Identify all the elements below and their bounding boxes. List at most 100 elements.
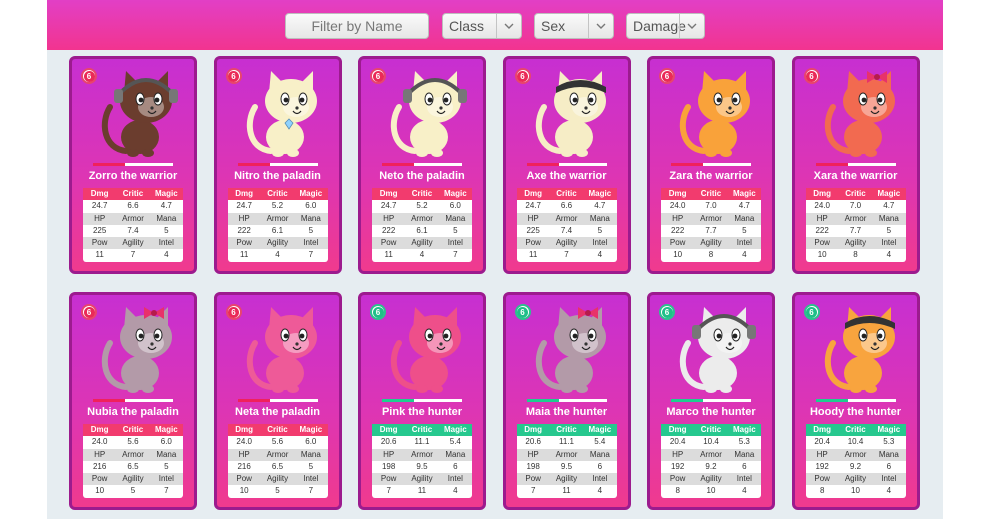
armor-value: 7.7 [705,225,717,235]
stats-value-row: 24.0 5.6 6.0 [83,436,183,449]
armor-value: 6.5 [127,461,139,471]
dmg-value: 20.6 [380,437,397,447]
stats-header-row: Dmg Critic Magic [805,188,906,201]
mana-value: 6 [886,461,892,471]
intel-value: 7 [308,250,314,260]
magic-label: Magic [299,425,323,434]
armor-label: Armor [700,213,722,223]
sex-select[interactable]: Sex [534,13,614,39]
character-name: Marco the hunter [666,406,756,418]
armor-label: Armor [411,213,433,223]
critic-value: 5.6 [127,437,139,447]
character-portrait [390,307,461,393]
hp-value: 198 [381,461,396,471]
stats-header-row: Dmg Critic Magic [227,424,328,437]
character-card[interactable]: 6 [69,56,197,274]
magic-label: Magic [732,425,756,434]
character-card[interactable]: 6 [358,56,486,274]
stats-value-row: 11 4 7 [227,249,328,262]
character-card[interactable]: 6 [791,56,920,274]
name-filter-box[interactable] [285,13,429,39]
chevron-down-icon[interactable] [496,14,521,38]
magic-label: Magic [299,189,323,198]
damage-select[interactable]: Damage [626,13,705,39]
stats-value-row: 222 7.7 5 [661,224,761,238]
mana-label: Mana [589,213,610,223]
app-container: Class Sex Damage 6 [47,0,943,519]
stats-value-row: 7 11 4 [372,485,472,498]
class-select[interactable]: Class [442,13,522,39]
magic-label: Magic [732,189,756,198]
armor-label: Armor [266,449,289,459]
name-filter-input[interactable] [286,14,428,38]
pow-value: 11 [384,250,393,260]
pow-value: 10 [239,486,249,496]
mana-value: 5 [742,225,747,235]
health-bar-fill [93,399,125,402]
agility-label: Agility [266,474,289,484]
stats-label-row: HP Armor Mana [805,448,906,461]
character-card[interactable]: 6 [69,292,197,510]
pow-value: 8 [675,486,680,496]
stats-value-row: 24.7 6.6 4.7 [516,200,617,213]
mana-label: Mana [734,449,755,459]
character-portrait [679,307,756,393]
magic-label: Magic [877,189,901,198]
dmg-label: Dmg [235,425,254,434]
stats-value-row: 24.7 5.2 6.0 [372,200,472,213]
character-card[interactable]: 6 [502,292,631,510]
stats-label-row: HP Armor Mana [372,448,472,461]
level-badge: 6 [803,68,820,84]
mana-value: 6 [453,461,458,471]
health-bar [671,399,751,402]
intel-label: Intel [592,474,608,484]
chevron-down-icon[interactable] [679,14,704,38]
character-card[interactable]: 6 [647,56,775,274]
magic-value: 6.0 [160,437,172,447]
dmg-label: Dmg [90,189,109,198]
chevron-down-icon[interactable] [588,14,613,38]
character-card[interactable]: 6 [791,292,920,510]
stats-value-row: 198 9.5 6 [372,460,472,474]
stats-value-row: 11 7 4 [516,249,617,262]
stats-value-row: 216 6.5 5 [227,460,328,474]
agility-label: Agility [122,238,144,248]
level-value: 6 [83,70,95,82]
magic-label: Magic [588,425,612,434]
pow-value: 10 [817,250,827,260]
stats-header-row: Dmg Critic Magic [661,424,761,437]
dmg-value: 24.0 [814,201,830,211]
intel-value: 4 [742,486,747,496]
critic-label: Critic [556,425,577,434]
stats-value-row: 24.0 5.6 6.0 [227,436,328,449]
character-card[interactable]: 6 [502,56,631,274]
agility-value: 11 [417,486,427,496]
stats-label-row: Pow Agility Intel [227,237,328,250]
character-card[interactable]: 6 [647,292,775,510]
character-card[interactable]: 6 [213,292,342,510]
level-badge: 6 [370,304,386,320]
pow-label: Pow [380,474,397,484]
level-badge: 6 [81,304,97,320]
pow-label: Pow [236,474,252,484]
hp-value: 222 [670,225,685,235]
magic-value: 6.0 [305,437,317,447]
critic-label: Critic [267,189,288,198]
pow-value: 8 [819,486,825,496]
mana-label: Mana [878,213,899,223]
armor-label: Armor [122,449,144,459]
dmg-value: 24.7 [380,201,397,211]
stats-label-row: Pow Agility Intel [661,237,761,250]
character-card[interactable]: 6 [213,56,342,274]
hp-value: 222 [381,225,396,235]
mana-value: 6 [742,461,747,471]
magic-value: 4.7 [738,201,750,211]
character-name: Axe the warrior [526,170,607,182]
critic-value: 5.2 [416,201,428,211]
health-bar [382,163,462,166]
stats-table: Dmg Critic Magic 24.0 7.0 4.7 HP Armor M… [805,188,906,262]
stats-label-row: HP Armor Mana [661,212,761,225]
stats-value-row: 11 7 4 [83,249,183,262]
mana-label: Mana [156,213,177,223]
character-card[interactable]: 6 [358,292,486,510]
